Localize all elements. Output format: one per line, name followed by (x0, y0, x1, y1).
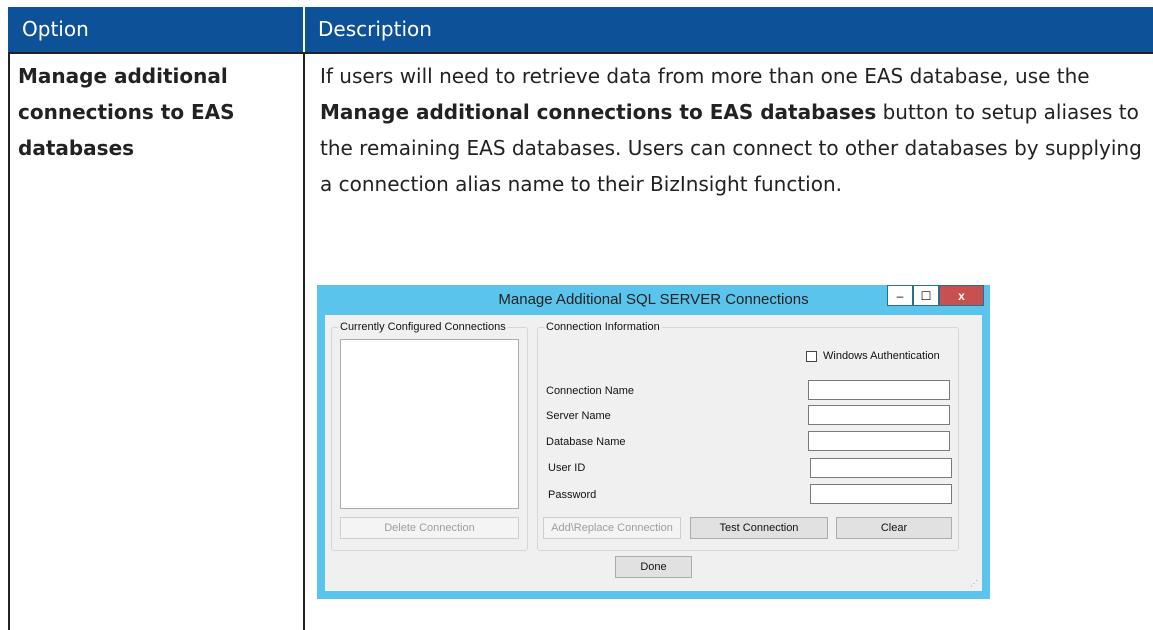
server-name-label: Server Name (546, 410, 611, 422)
description-cell: If users will need to retrieve data from… (320, 58, 1150, 202)
row-column-divider (303, 52, 305, 630)
connection-name-field[interactable] (808, 380, 950, 400)
description-text-1: If users will need to retrieve data from… (320, 64, 1090, 88)
table-header-row: Option Description (8, 7, 1153, 52)
configured-connections-group: Currently Configured Connections Delete … (331, 321, 528, 551)
close-icon: x (958, 288, 965, 303)
header-description: Description (318, 17, 432, 41)
row-top-border (8, 52, 1153, 54)
description-bold-button-name: Manage additional connections to EAS dat… (320, 100, 877, 124)
connection-information-label: Connection Information (544, 321, 662, 333)
manage-connections-dialog: Manage Additional SQL SERVER Connections… (317, 285, 990, 599)
header-divider (303, 7, 305, 52)
window-controls: – ☐ x (887, 285, 984, 306)
clear-button[interactable]: Clear (836, 517, 952, 539)
password-field[interactable] (810, 484, 952, 504)
minimize-button[interactable]: – (887, 285, 913, 306)
option-cell: Manage additional connections to EAS dat… (18, 64, 235, 160)
configured-connections-label: Currently Configured Connections (338, 321, 508, 333)
row-left-border (8, 52, 10, 630)
resize-grip-icon[interactable]: ⋰ (970, 579, 980, 589)
dialog-client-area: Currently Configured Connections Delete … (325, 315, 982, 591)
minimize-icon: – (896, 288, 904, 303)
maximize-button[interactable]: ☐ (913, 285, 939, 306)
database-name-field[interactable] (808, 431, 950, 451)
windows-auth-checkbox-wrap[interactable]: Windows Authentication (806, 350, 940, 362)
delete-connection-button[interactable]: Delete Connection (340, 517, 519, 539)
maximize-icon: ☐ (920, 288, 932, 303)
header-option: Option (22, 17, 89, 41)
add-replace-connection-button[interactable]: Add\Replace Connection (543, 517, 681, 539)
windows-auth-checkbox[interactable] (806, 350, 817, 362)
done-button[interactable]: Done (615, 556, 692, 578)
test-connection-button[interactable]: Test Connection (690, 517, 828, 539)
connections-listbox[interactable] (340, 339, 519, 509)
user-id-field[interactable] (810, 458, 952, 478)
server-name-field[interactable] (808, 405, 950, 425)
connection-name-label: Connection Name (546, 385, 635, 397)
windows-auth-label: Windows Authentication (823, 350, 940, 362)
connection-information-group: Connection Information Windows Authentic… (537, 321, 959, 551)
close-button[interactable]: x (939, 285, 984, 306)
database-name-label: Database Name (546, 436, 626, 448)
user-id-label: User ID (548, 462, 586, 474)
password-label: Password (548, 489, 597, 501)
